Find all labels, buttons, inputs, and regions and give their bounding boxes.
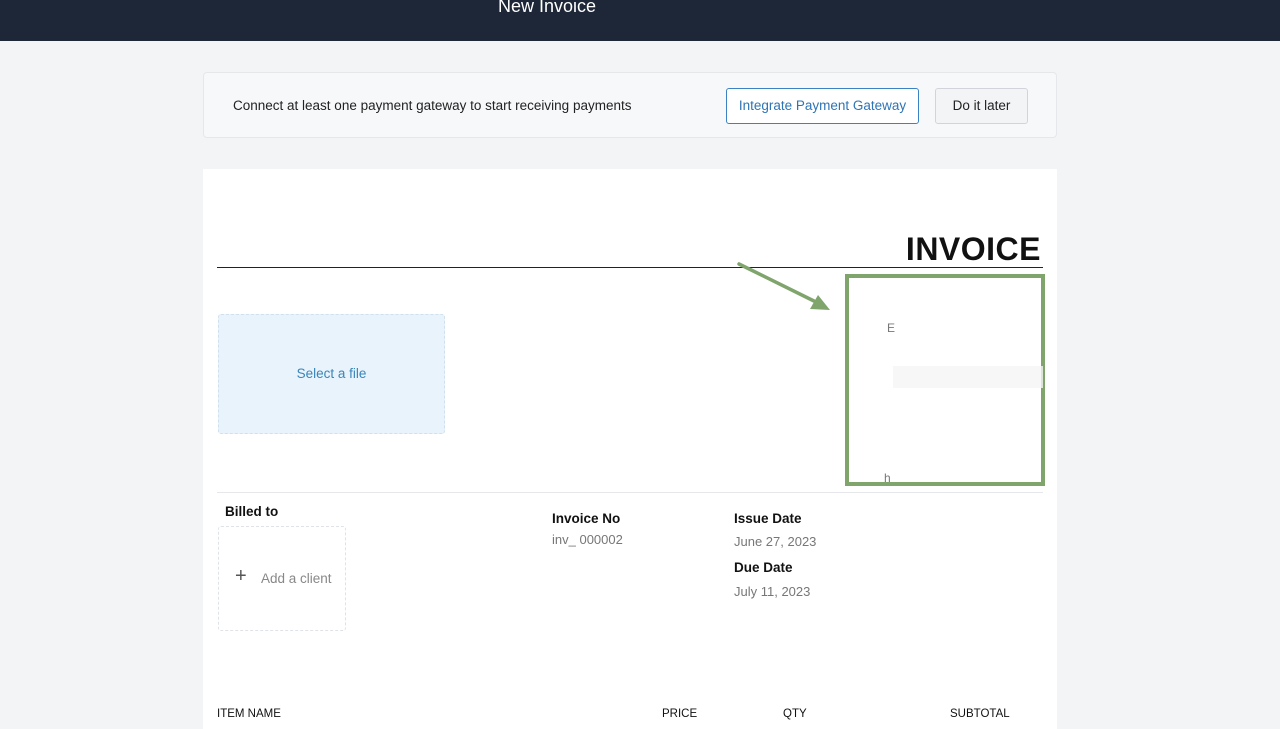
issue-date-value[interactable]: June 27, 2023 <box>734 534 816 549</box>
company-text-fragment: E <box>887 321 896 335</box>
integrate-payment-gateway-button[interactable]: Integrate Payment Gateway <box>726 88 919 124</box>
redacted-area <box>893 366 1043 388</box>
page-title: New Invoice <box>497 0 597 16</box>
logo-file-dropzone[interactable]: Select a file <box>218 314 445 434</box>
column-header-qty: QTY <box>783 708 807 720</box>
company-text-fragment: h <box>884 471 891 485</box>
notice-message: Connect at least one payment gateway to … <box>233 98 632 113</box>
top-bar: New Invoice <box>0 0 1280 41</box>
column-header-item-name: ITEM NAME <box>217 708 281 720</box>
invoice-card: INVOICE Select a file E h Billed to + Ad… <box>203 169 1057 729</box>
plus-icon: + <box>235 565 247 587</box>
add-client-label: Add a client <box>261 571 332 586</box>
invoice-heading: INVOICE <box>905 231 1041 267</box>
do-it-later-button[interactable]: Do it later <box>935 88 1028 124</box>
issue-date-label: Issue Date <box>734 511 802 526</box>
add-client-button[interactable]: + Add a client <box>218 526 346 631</box>
company-details-highlight[interactable]: E h <box>845 274 1045 486</box>
due-date-value[interactable]: July 11, 2023 <box>734 584 810 599</box>
column-header-price: PRICE <box>662 708 698 720</box>
section-divider <box>217 492 1043 493</box>
invoice-no-value[interactable]: inv_ 000002 <box>552 532 623 547</box>
column-header-subtotal: SUBTOTAL <box>950 708 1010 720</box>
heading-divider <box>217 267 1043 268</box>
invoice-no-label: Invoice No <box>552 511 621 526</box>
due-date-label: Due Date <box>734 560 793 575</box>
billed-to-label: Billed to <box>225 504 279 519</box>
payment-gateway-notice: Connect at least one payment gateway to … <box>203 72 1057 138</box>
